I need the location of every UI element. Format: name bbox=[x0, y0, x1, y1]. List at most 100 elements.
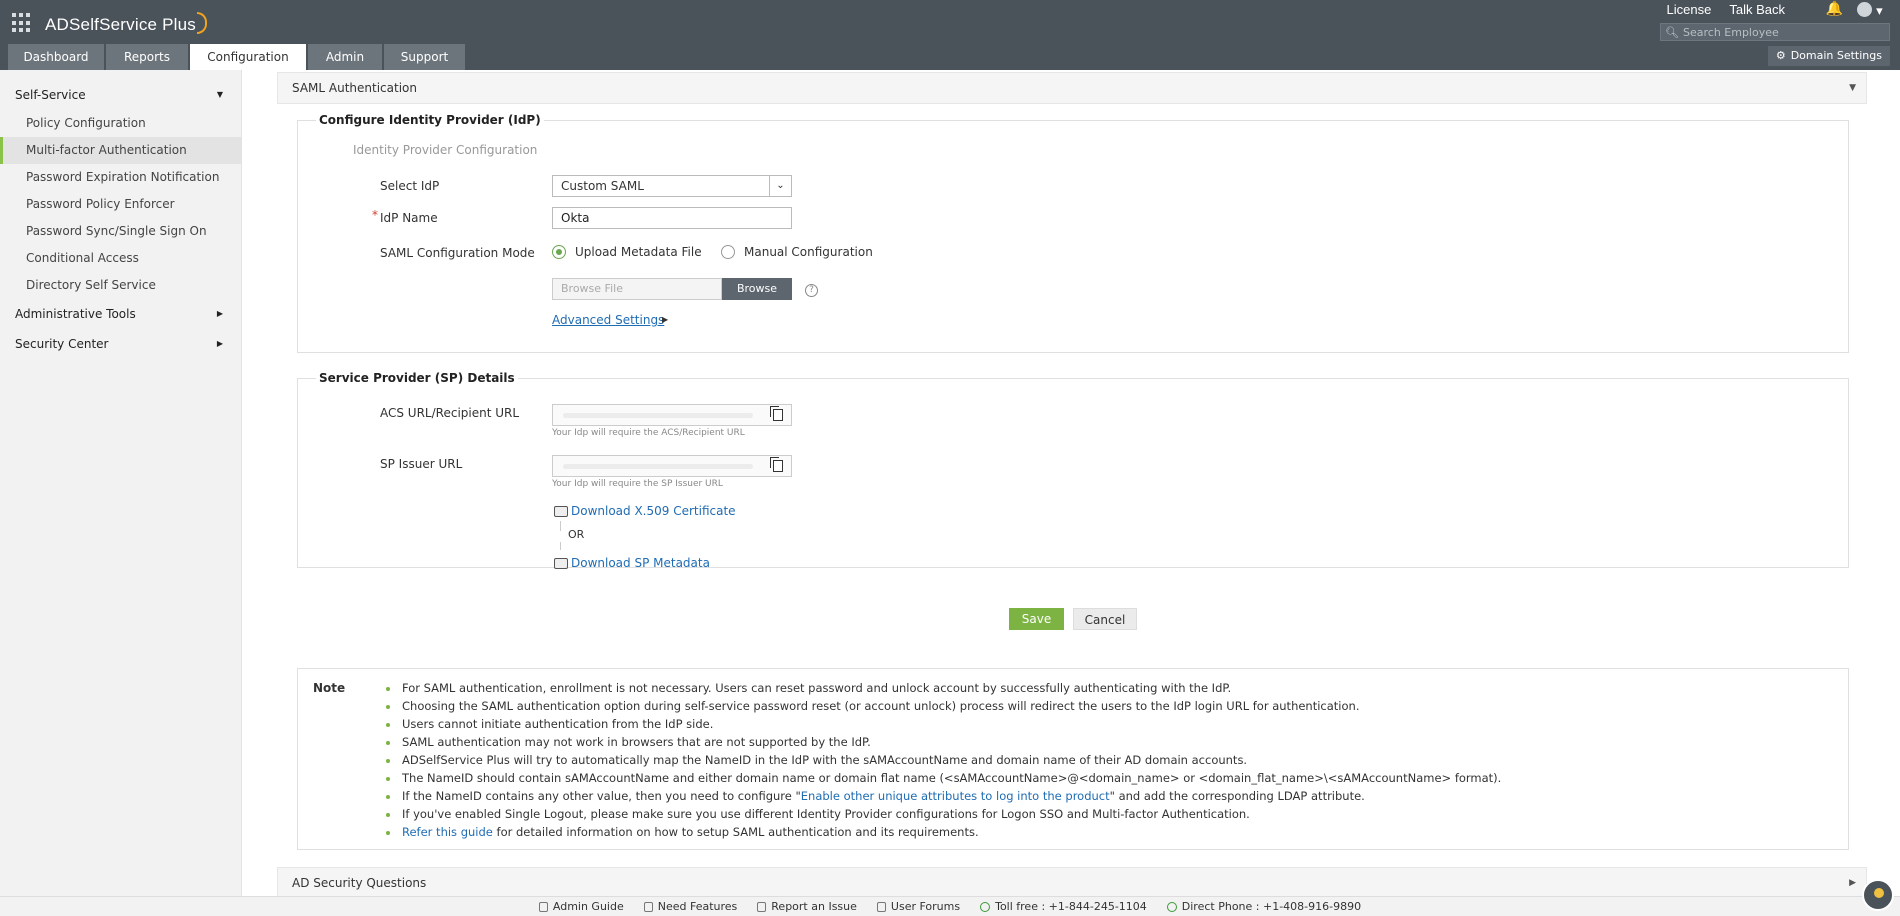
product-logo: ADSelfService Plus bbox=[45, 12, 207, 35]
sidebar-item-multi-factor-authentication[interactable]: Multi-factor Authentication bbox=[0, 137, 241, 164]
idp-legend: Configure Identity Provider (IdP) bbox=[316, 113, 544, 127]
note-title: Note bbox=[313, 681, 346, 695]
book-icon bbox=[538, 901, 548, 912]
sp-issuer-label: SP Issuer URL bbox=[380, 457, 463, 471]
idp-name-label: * IdP Name bbox=[372, 208, 438, 225]
top-header: ADSelfService Plus License Talk Back 🔔 ▾… bbox=[0, 0, 1900, 70]
help-icon[interactable]: ? bbox=[805, 284, 818, 297]
caret-right-icon: ▶ bbox=[216, 309, 223, 318]
sidebar-item-password-expiration-notification[interactable]: Password Expiration Notification bbox=[0, 164, 241, 191]
sidebar-item-password-policy-enforcer[interactable]: Password Policy Enforcer bbox=[0, 191, 241, 218]
note-item: Refer this guide for detailed informatio… bbox=[386, 823, 1501, 841]
sidebar-group-label: Administrative Tools bbox=[15, 307, 136, 321]
forum-icon bbox=[876, 901, 886, 912]
copy-icon[interactable] bbox=[770, 457, 783, 472]
idp-fieldset: Configure Identity Provider (IdP) Identi… bbox=[297, 113, 1849, 353]
idp-subtitle: Identity Provider Configuration bbox=[353, 143, 538, 157]
bell-icon[interactable]: 🔔 bbox=[1826, 1, 1843, 17]
sidebar-item-directory-self-service[interactable]: Directory Self Service bbox=[0, 272, 241, 299]
tab-admin[interactable]: Admin bbox=[308, 44, 382, 70]
select-idp-label: Select IdP bbox=[380, 179, 440, 193]
chevron-down-icon: ⌄ bbox=[769, 176, 791, 196]
caret-down-icon: ▼ bbox=[216, 90, 223, 99]
report-icon bbox=[757, 901, 767, 912]
browse-file-field[interactable]: Browse File bbox=[552, 278, 722, 300]
sidebar-group-label: Security Center bbox=[15, 337, 109, 351]
gear-icon: ⚙ bbox=[1775, 49, 1786, 62]
note-item: The NameID should contain sAMAccountName… bbox=[386, 769, 1501, 787]
sidebar: Self-Service ▼ Policy Configuration Mult… bbox=[0, 70, 242, 896]
bulb-icon bbox=[643, 901, 653, 912]
tab-support[interactable]: Support bbox=[384, 44, 465, 70]
search-icon[interactable]: 🔍︎ bbox=[1661, 26, 1683, 39]
caret-right-icon: ▶ bbox=[662, 315, 669, 324]
sidebar-group-security-center[interactable]: Security Center ▶ bbox=[0, 329, 241, 359]
direct-phone-number: Direct Phone : +1-408-916-9890 bbox=[1166, 900, 1361, 913]
tab-configuration[interactable]: Configuration bbox=[190, 44, 306, 70]
note-box: Note For SAML authentication, enrollment… bbox=[297, 668, 1849, 850]
download-certificate-link[interactable]: Download X.509 Certificate bbox=[571, 504, 736, 518]
note-list: For SAML authentication, enrollment is n… bbox=[386, 679, 1501, 841]
manual-configuration-radio[interactable]: Manual Configuration bbox=[721, 245, 873, 259]
copy-icon[interactable] bbox=[770, 406, 783, 421]
save-button[interactable]: Save bbox=[1009, 608, 1064, 630]
note-item: If the NameID contains any other value, … bbox=[386, 787, 1501, 805]
user-account-icon[interactable]: ▾ bbox=[1857, 0, 1885, 20]
main-content: SAML Authentication ▼ Configure Identity… bbox=[277, 70, 1867, 899]
footer: Admin Guide Need Features Report an Issu… bbox=[0, 896, 1900, 916]
sidebar-group-administrative-tools[interactable]: Administrative Tools ▶ bbox=[0, 299, 241, 329]
note-item: Users cannot initiate authentication fro… bbox=[386, 715, 1501, 733]
tab-dashboard[interactable]: Dashboard bbox=[8, 44, 104, 70]
note-item: Choosing the SAML authentication option … bbox=[386, 697, 1501, 715]
note-item: ADSelfService Plus will try to automatic… bbox=[386, 751, 1501, 769]
license-link[interactable]: License bbox=[1667, 2, 1712, 17]
saml-mode-label: SAML Configuration Mode bbox=[380, 246, 535, 260]
saml-section-header[interactable]: SAML Authentication ▼ bbox=[277, 72, 1867, 104]
ad-security-questions-header[interactable]: AD Security Questions ▶ bbox=[277, 867, 1867, 899]
sidebar-group-self-service[interactable]: Self-Service ▼ bbox=[0, 80, 241, 110]
idp-name-input[interactable] bbox=[552, 207, 792, 229]
employee-search-box: 🔍︎ bbox=[1660, 23, 1890, 41]
browse-button[interactable]: Browse bbox=[722, 278, 792, 300]
note-item: If you've enabled Single Logout, please … bbox=[386, 805, 1501, 823]
download-metadata-link[interactable]: Download SP Metadata bbox=[571, 556, 710, 570]
note-item: SAML authentication may not work in brow… bbox=[386, 733, 1501, 751]
acs-url-field bbox=[552, 404, 792, 426]
advanced-settings-link[interactable]: Advanced Settings bbox=[552, 313, 664, 327]
apps-grid-icon[interactable] bbox=[12, 13, 32, 33]
collapse-icon[interactable]: ▼ bbox=[1849, 73, 1856, 103]
toll-free-number: Toll free : +1-844-245-1104 bbox=[980, 900, 1147, 913]
sp-legend: Service Provider (SP) Details bbox=[316, 371, 518, 385]
acs-url-label: ACS URL/Recipient URL bbox=[380, 406, 520, 420]
domain-settings-button[interactable]: ⚙ Domain Settings bbox=[1767, 46, 1890, 66]
sidebar-item-password-sync[interactable]: Password Sync/Single Sign On bbox=[0, 218, 241, 245]
domain-settings-label: Domain Settings bbox=[1790, 49, 1882, 62]
section-title: AD Security Questions bbox=[292, 876, 427, 890]
caret-right-icon[interactable]: ▶ bbox=[1849, 868, 1856, 898]
idp-select[interactable]: Custom SAML ⌄ bbox=[552, 175, 792, 197]
sp-issuer-hint: Your Idp will require the SP Issuer URL bbox=[552, 479, 723, 489]
note-item: For SAML authentication, enrollment is n… bbox=[386, 679, 1501, 697]
or-separator: OR bbox=[568, 528, 585, 541]
talk-back-link[interactable]: Talk Back bbox=[1729, 2, 1785, 17]
report-issue-link[interactable]: Report an Issue bbox=[757, 900, 857, 913]
chat-support-icon[interactable] bbox=[1862, 879, 1894, 911]
tab-reports[interactable]: Reports bbox=[106, 44, 188, 70]
sidebar-item-conditional-access[interactable]: Conditional Access bbox=[0, 245, 241, 272]
cancel-button[interactable]: Cancel bbox=[1073, 608, 1137, 630]
enable-unique-attributes-link[interactable]: Enable other unique attributes to log in… bbox=[801, 789, 1110, 803]
upload-metadata-radio[interactable]: Upload Metadata File bbox=[552, 245, 702, 259]
user-forums-link[interactable]: User Forums bbox=[876, 900, 960, 913]
admin-guide-link[interactable]: Admin Guide bbox=[538, 900, 624, 913]
metadata-icon bbox=[554, 558, 568, 569]
sidebar-item-policy-configuration[interactable]: Policy Configuration bbox=[0, 110, 241, 137]
sp-issuer-field bbox=[552, 455, 792, 477]
certificate-icon bbox=[554, 506, 568, 517]
need-features-link[interactable]: Need Features bbox=[643, 900, 737, 913]
refer-guide-link[interactable]: Refer this guide bbox=[402, 825, 493, 839]
acs-url-hint: Your Idp will require the ACS/Recipient … bbox=[552, 428, 745, 438]
section-title: SAML Authentication bbox=[292, 81, 417, 95]
idp-select-value: Custom SAML bbox=[561, 179, 644, 193]
caret-right-icon: ▶ bbox=[216, 339, 223, 348]
search-input[interactable] bbox=[1683, 25, 1883, 39]
